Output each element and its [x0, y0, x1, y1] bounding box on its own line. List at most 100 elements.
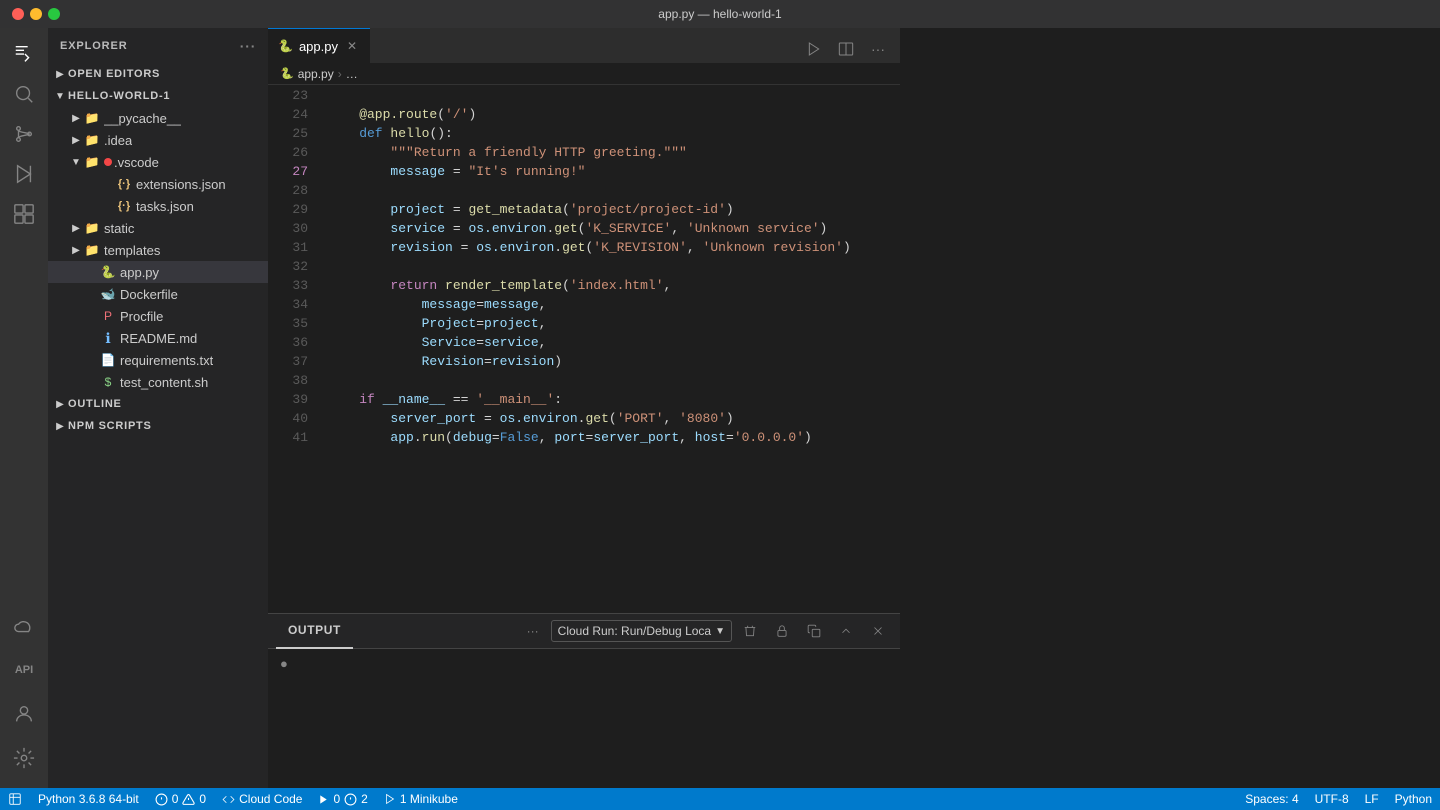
tab-label: app.py	[299, 39, 338, 54]
run-icon	[318, 794, 329, 805]
py-icon: 🐍	[100, 264, 116, 280]
sidebar-item-idea[interactable]: ▶ 📁 .idea	[48, 129, 268, 151]
arrow-icon: ▼	[68, 154, 84, 170]
status-remote-item[interactable]	[0, 788, 30, 810]
breadcrumb-sep: ›	[338, 67, 342, 81]
code-line: def hello():	[328, 124, 890, 143]
sidebar-item-extensions-json[interactable]: ▶ {·} extensions.json	[48, 173, 268, 195]
status-run-item[interactable]: 0 2	[310, 788, 375, 810]
activity-bar: API	[0, 28, 48, 788]
file-tree: ▶ OPEN EDITORS ▼ HELLO-WORLD-1 ▶ 📁 __pyc…	[48, 63, 268, 788]
title-bar: app.py — hello-world-1	[0, 0, 1440, 28]
status-cloud-code-item[interactable]: Cloud Code	[214, 788, 310, 810]
panel-tab-actions: ··· Cloud Run: Run/Debug Loca ▼	[519, 617, 892, 645]
panel-content[interactable]: ●	[268, 649, 900, 788]
sidebar-item-readme[interactable]: ▶ ℹ README.md	[48, 327, 268, 349]
code-line: message = "It's running!"	[328, 162, 890, 181]
status-minikube-item[interactable]: 1 Minikube	[376, 788, 466, 810]
breadcrumb-symbol: …	[346, 67, 358, 81]
sidebar-item-root[interactable]: ▼ HELLO-WORLD-1	[48, 85, 268, 107]
run-count: 0	[333, 792, 340, 806]
line-numbers: 23 24 25 26 27 28 29 30 31 32 33 34 35 3…	[268, 85, 318, 613]
encoding-label: UTF-8	[1315, 792, 1349, 806]
more-actions-button[interactable]: ···	[864, 35, 892, 63]
requirements-label: requirements.txt	[120, 353, 213, 368]
activity-extensions-icon[interactable]	[6, 196, 42, 232]
code-editor: 23 24 25 26 27 28 29 30 31 32 33 34 35 3…	[268, 85, 900, 613]
editor-scrollbar[interactable]	[890, 85, 900, 613]
sidebar-item-procfile[interactable]: ▶ P Procfile	[48, 305, 268, 327]
sidebar-item-npm-scripts[interactable]: ▶ NPM SCRIPTS	[48, 415, 268, 437]
maximize-button[interactable]	[48, 8, 60, 20]
sidebar-item-test-content[interactable]: ▶ $ test_content.sh	[48, 371, 268, 393]
tab-close-button[interactable]: ✕	[344, 38, 360, 54]
panel-tab-output[interactable]: OUTPUT	[276, 614, 353, 649]
sidebar-item-requirements[interactable]: ▶ 📄 requirements.txt	[48, 349, 268, 371]
sidebar-item-open-editors[interactable]: ▶ OPEN EDITORS	[48, 63, 268, 85]
code-line	[328, 371, 890, 390]
sidebar-item-app-py[interactable]: ▶ 🐍 app.py	[48, 261, 268, 283]
sidebar-item-dockerfile[interactable]: ▶ 🐋 Dockerfile	[48, 283, 268, 305]
run-button[interactable]	[800, 35, 828, 63]
cloud-code-label: Cloud Code	[239, 792, 302, 806]
code-line: server_port = os.environ.get('PORT', '80…	[328, 409, 890, 428]
tab-bar: 🐍 app.py ✕ ···	[268, 28, 900, 63]
breadcrumb-file: app.py	[298, 67, 334, 81]
code-line: return render_template('index.html',	[328, 276, 890, 295]
activity-run-icon[interactable]	[6, 156, 42, 192]
arrow-icon: ▶	[68, 110, 84, 126]
status-spaces-item[interactable]: Spaces: 4	[1237, 788, 1306, 810]
window-controls[interactable]	[12, 8, 60, 20]
sidebar-item-outline[interactable]: ▶ OUTLINE	[48, 393, 268, 415]
sidebar-item-tasks-json[interactable]: ▶ {·} tasks.json	[48, 195, 268, 217]
sidebar-item-templates[interactable]: ▶ 📁 templates	[48, 239, 268, 261]
activity-settings-icon[interactable]	[6, 740, 42, 776]
panel-tab-bar: OUTPUT ··· Cloud Run: Run/Debug Loca ▼	[268, 614, 900, 649]
lock-output-button[interactable]	[768, 617, 796, 645]
output-dropdown[interactable]: Cloud Run: Run/Debug Loca ▼	[551, 620, 732, 642]
root-folder-label: HELLO-WORLD-1	[68, 90, 170, 102]
activity-account-icon[interactable]	[6, 696, 42, 732]
editor-area: 🐍 app.py ✕ ··· 🐍 ap	[268, 28, 900, 788]
docker-icon: 🐋	[100, 286, 116, 302]
expand-panel-button[interactable]	[832, 617, 860, 645]
copy-output-button[interactable]	[800, 617, 828, 645]
procfile-icon: P	[100, 308, 116, 324]
clear-output-button[interactable]	[736, 617, 764, 645]
status-python-item[interactable]: Python 3.6.8 64-bit	[30, 788, 147, 810]
sidebar: EXPLORER ··· ▶ OPEN EDITORS ▼ HELLO-WORL…	[48, 28, 268, 788]
folder-icon: 📁	[84, 220, 100, 236]
remote-icon	[8, 792, 22, 806]
arrow-icon: ▶	[68, 220, 84, 236]
vscode-label: .vscode	[114, 155, 159, 170]
arrow-icon: ▶	[68, 132, 84, 148]
sidebar-item-vscode[interactable]: ▼ 📁 .vscode	[48, 151, 268, 173]
status-encoding-item[interactable]: UTF-8	[1307, 788, 1357, 810]
panel-more-button[interactable]: ···	[519, 624, 547, 638]
activity-search-icon[interactable]	[6, 76, 42, 112]
status-right: Spaces: 4 UTF-8 LF Python	[1237, 788, 1440, 810]
arrow-icon: ▶	[52, 418, 68, 434]
warning-count: 0	[199, 792, 206, 806]
sidebar-item-pycache[interactable]: ▶ 📁 __pycache__	[48, 107, 268, 129]
status-errors-item[interactable]: 0 0	[147, 788, 214, 810]
status-language-item[interactable]: Python	[1387, 788, 1440, 810]
tab-app-py[interactable]: 🐍 app.py ✕	[268, 28, 370, 63]
dockerfile-label: Dockerfile	[120, 287, 178, 302]
split-editor-button[interactable]	[832, 35, 860, 63]
activity-explorer-icon[interactable]	[6, 36, 42, 72]
minimize-button[interactable]	[30, 8, 42, 20]
code-content[interactable]: @app.route('/') def hello(): """Return a…	[318, 85, 890, 613]
activity-source-control-icon[interactable]	[6, 116, 42, 152]
sidebar-item-static[interactable]: ▶ 📁 static	[48, 217, 268, 239]
code-line: project = get_metadata('project/project-…	[328, 200, 890, 219]
procfile-label: Procfile	[120, 309, 163, 324]
window-title: app.py — hello-world-1	[658, 7, 781, 21]
activity-api-icon[interactable]: API	[6, 652, 42, 688]
close-button[interactable]	[12, 8, 24, 20]
folder-icon: 📁	[84, 242, 100, 258]
close-panel-button[interactable]	[864, 617, 892, 645]
status-line-ending-item[interactable]: LF	[1357, 788, 1387, 810]
sidebar-more-icon[interactable]: ···	[240, 38, 256, 54]
activity-cloud-icon[interactable]	[6, 608, 42, 644]
